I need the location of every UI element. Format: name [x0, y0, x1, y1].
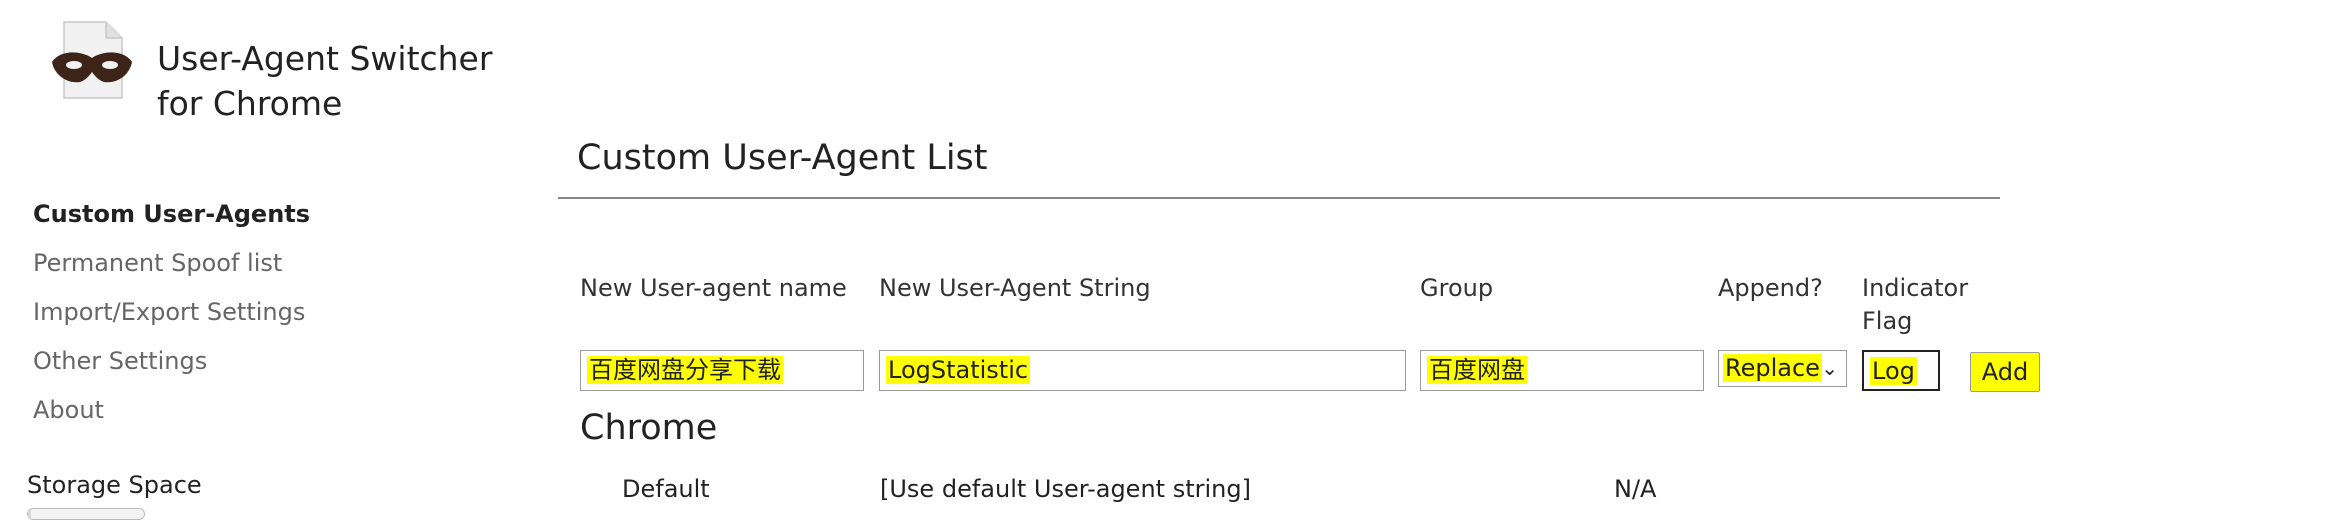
add-button[interactable]: Add — [1970, 352, 2040, 392]
flag-input-value: Log — [1870, 357, 1917, 385]
flag-label-line1: Indicator — [1862, 274, 1969, 302]
append-column-label: Append? — [1718, 274, 1823, 302]
group-column-label: Group — [1420, 274, 1494, 302]
page-title: Custom User-Agent List — [577, 138, 988, 178]
name-column-label: New User-agent name — [580, 274, 847, 302]
row-default-name: Default — [622, 475, 710, 503]
string-input-value: LogStatistic — [886, 356, 1031, 384]
title-divider — [558, 197, 2000, 199]
section-title-chrome: Chrome — [580, 408, 718, 448]
group-input[interactable]: 百度网盘 — [1420, 350, 1704, 391]
flag-label-line2: Flag — [1862, 307, 1913, 335]
storage-space-label: Storage Space — [27, 471, 202, 499]
app-logo-mask-icon — [50, 20, 134, 100]
string-column-label: New User-Agent String — [879, 274, 1151, 302]
row-default-string: [Use default User-agent string] — [880, 475, 1251, 503]
app-title-line2: for Chrome — [157, 84, 343, 123]
indicator-flag-input[interactable]: Log — [1862, 350, 1940, 391]
nav-item-permanent-spoof-list[interactable]: Permanent Spoof list — [33, 239, 310, 288]
group-input-value: 百度网盘 — [1427, 356, 1527, 384]
sidebar-nav: Custom User-Agents Permanent Spoof list … — [33, 190, 310, 435]
nav-item-other-settings[interactable]: Other Settings — [33, 337, 310, 386]
nav-item-about[interactable]: About — [33, 386, 310, 435]
append-select[interactable]: Replace ⌄ — [1718, 350, 1847, 387]
storage-space-fill — [28, 509, 32, 519]
new-user-agent-name-input[interactable]: 百度网盘分享下载 — [580, 350, 864, 391]
append-select-value: Replace — [1723, 354, 1822, 382]
name-input-value: 百度网盘分享下载 — [587, 356, 783, 384]
chevron-down-icon: ⌄ — [1821, 356, 1838, 380]
app-title: User-Agent Switcher for Chrome — [157, 36, 492, 126]
nav-item-import-export-settings[interactable]: Import/Export Settings — [33, 288, 310, 337]
new-user-agent-string-input[interactable]: LogStatistic — [879, 350, 1406, 391]
storage-space-bar — [27, 508, 145, 520]
nav-item-custom-user-agents[interactable]: Custom User-Agents — [33, 190, 310, 239]
app-title-line1: User-Agent Switcher — [157, 39, 493, 78]
flag-column-label: Indicator Flag — [1862, 272, 1968, 338]
row-default-flag: N/A — [1614, 475, 1657, 503]
